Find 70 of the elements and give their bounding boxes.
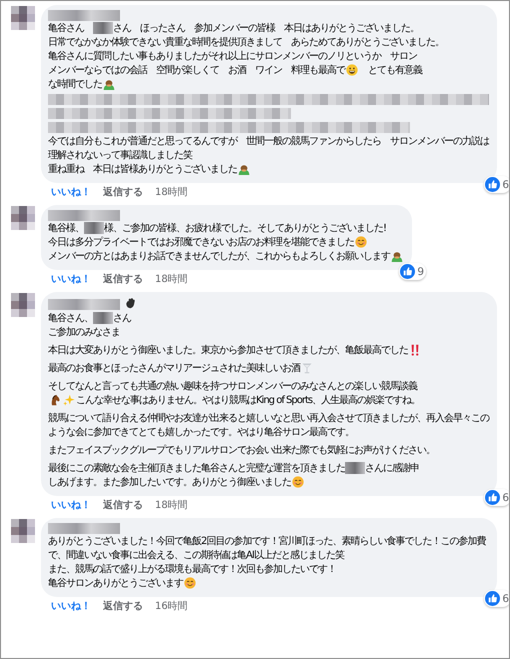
like-link[interactable]: いいね！ <box>51 186 91 199</box>
thumbs-up-icon <box>485 177 500 192</box>
comment-text: 亀谷さんに質問したい事もありましたがそれ以上にサロンメンバーのノリというか サロン <box>48 50 417 64</box>
comment-text: さん <box>113 312 131 326</box>
reaction-count-text: 6 <box>502 592 508 606</box>
reaction-count[interactable]: 6 <box>484 489 509 506</box>
redacted-name <box>345 462 365 474</box>
reaction-count-text: 6 <box>502 490 508 504</box>
comment-text: 亀谷さん <box>48 22 86 36</box>
reaction-count[interactable]: 6 <box>484 176 509 193</box>
reply-link[interactable]: 返信する <box>103 600 143 613</box>
comment-time: 18時間 <box>155 186 188 199</box>
comment-text: メンバーならではの会話 空間が楽しくて お酒 ワイン 料理も最高で <box>48 64 345 78</box>
comment-text: ありがとうございました！今回で亀飯2回目の参加です！宮川町ほった、素晴らしい食事でした！この参加費で、間違いない食事に出会える、この期待値は亀AI以上だと感じました笑 <box>48 535 487 563</box>
thumbs-up-icon <box>400 264 416 279</box>
comment-text: 最高のお食事とほったさんがマリアージュされた美味しいお酒 <box>48 362 300 376</box>
comment-text: とても有意義 <box>367 64 422 78</box>
comment-text: また、競馬の話で盛り上がる環境も最高です！次回も参加したいです！ <box>48 563 336 577</box>
comment-text: 日常でなかなか体験できない貴重な時間を提供頂きまして あらためてありがとうございました。 <box>48 36 444 50</box>
smiling-face-icon <box>355 236 367 248</box>
reply-link[interactable]: 返信する <box>103 273 143 286</box>
comment-text: しあげます。また参加したいです。ありがとう御座いました <box>48 476 291 490</box>
comment-text: な時間でした <box>48 78 102 92</box>
bowing-person-icon <box>103 78 115 90</box>
comment-text: 亀谷サロンありがとうございます <box>48 577 183 591</box>
comment-text: さんに感謝申 <box>365 462 419 476</box>
comment-text: 重ね重ね 本日は皆様ありがとうございました <box>48 163 237 177</box>
comment-text: さん ほったさん 参加メンバーの皆様 本日はありがとうございました。 <box>113 22 419 36</box>
comment-text: こんな幸せな事はありません。やはり競馬はKing of Sports、人生最高の娯楽ですね。 <box>76 394 420 408</box>
avatar-placeholder[interactable] <box>11 519 35 543</box>
waving-hand-icon <box>125 297 137 309</box>
comment-text: メンバーの方とはあまりお話できませんでしたが、これからもよろしくお願いします <box>48 250 390 264</box>
comment-text: ご参加のみなさま <box>48 326 120 340</box>
bowing-person-icon <box>238 163 250 175</box>
like-link[interactable]: いいね！ <box>51 499 91 512</box>
reply-link[interactable]: 返信する <box>103 186 143 199</box>
comment-text: 今では自分もこれが普通だと思ってるんですが 世間一般の競馬ファンからしたら サロンメンバーの力説は理解されないって事認識しました笑 <box>48 135 489 163</box>
like-link[interactable]: いいね！ <box>51 600 91 613</box>
comment-text: 亀谷さん、 <box>48 312 93 326</box>
comment-text: 最後にこの素敵な会を主催頂きました亀谷さんと完璧な運営を頂きました <box>48 462 345 476</box>
horse-head-icon <box>49 394 61 406</box>
comment-text: 競馬について語り合える仲間やお友達が出来ると嬉しいなと思い再入会させて頂きましたが、再入会早々このような会に参加できてとても嬉しかったです。やはり亀谷サロン最高です。 <box>48 412 489 440</box>
sparkles-icon <box>63 394 75 406</box>
reaction-count[interactable]: 9 <box>399 263 426 280</box>
comment-time: 18時間 <box>155 499 188 512</box>
redacted-name <box>93 312 113 324</box>
comment-text: 様、ご参加の皆様、お疲れ様でした。そしてありがとうございました! <box>104 222 386 236</box>
comment-text: そしてなんと言っても共通の熱い趣味を持つサロンメンバーのみなさんとの楽しい競馬談義 <box>48 380 417 394</box>
exclamation-icon <box>409 344 421 356</box>
comment-text: またフェイスブックグループでもリアルサロンでお会い出来た際でも気軽にお声がけください。 <box>48 444 435 458</box>
smiling-face-icon <box>184 577 196 589</box>
grinning-face-icon <box>346 64 358 76</box>
comment-time: 16時間 <box>155 600 188 613</box>
reply-link[interactable]: 返信する <box>103 499 143 512</box>
thumbs-up-icon <box>485 591 500 606</box>
cocktail-glass-icon <box>301 362 313 374</box>
bowing-person-icon <box>391 250 403 262</box>
avatar-placeholder[interactable] <box>11 206 35 230</box>
thumbs-up-icon <box>485 490 500 505</box>
comment-text: 本日は大変ありがとう御座いました。東京から参加させて頂きましたが、亀飯最高でした <box>48 344 408 358</box>
avatar-placeholder[interactable] <box>11 293 35 317</box>
comment-text: 亀谷様、 <box>48 222 84 236</box>
smiling-face-icon <box>292 476 304 488</box>
comment-text: 今日は多分プライベートではお邪魔できないお店のお料理を堪能できました <box>48 236 354 250</box>
reaction-count[interactable]: 6 <box>484 590 509 607</box>
like-link[interactable]: いいね！ <box>51 273 91 286</box>
comment-time: 18時間 <box>155 273 188 286</box>
reaction-count-text: 6 <box>502 178 508 192</box>
avatar-placeholder[interactable] <box>11 6 35 30</box>
reaction-count-text: 9 <box>417 264 423 278</box>
